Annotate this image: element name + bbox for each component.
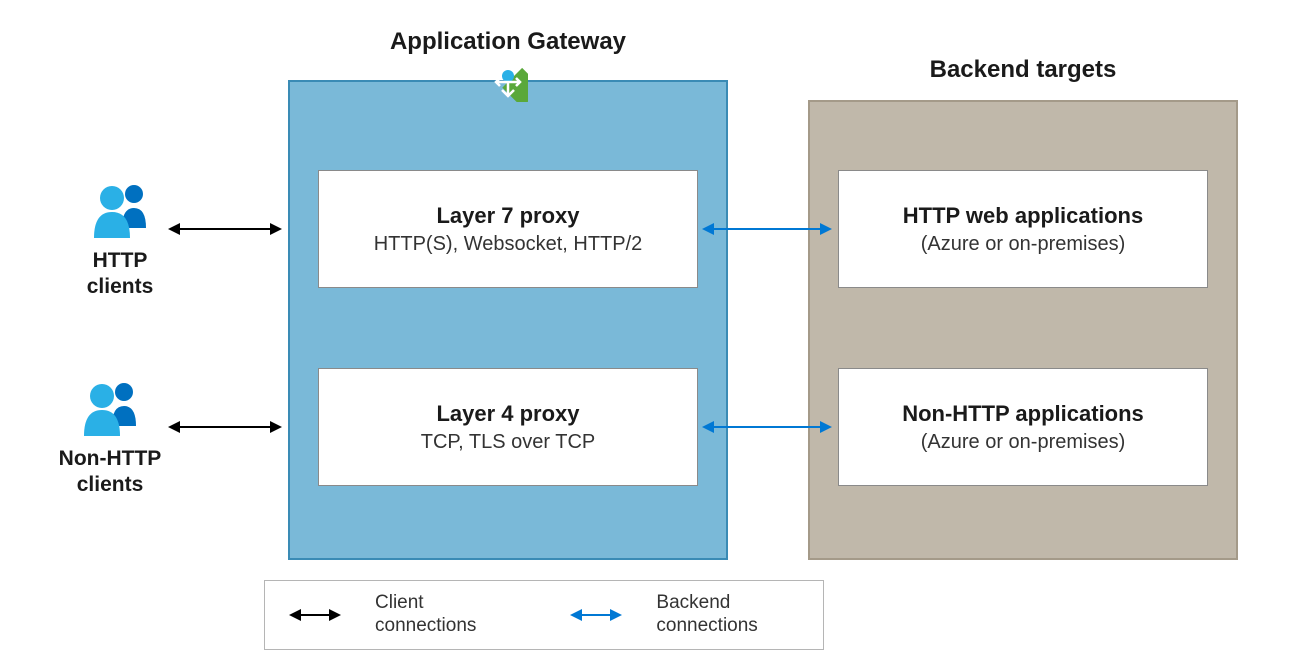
http-clients-label: HTTP clients <box>40 248 200 301</box>
nonhttp-backend-title: Non-HTTP applications <box>847 401 1199 427</box>
nonhttp-clients-block: Non-HTTP clients <box>30 378 190 499</box>
user-group-icon <box>30 378 190 440</box>
backend-title: Backend targets <box>808 56 1238 84</box>
layer4-title: Layer 4 proxy <box>327 401 689 427</box>
client-arrow-nonhttp <box>170 426 280 428</box>
nonhttp-clients-label: Non-HTTP clients <box>30 446 190 499</box>
backend-container <box>808 100 1238 560</box>
layer4-sub: TCP, TLS over TCP <box>327 431 689 454</box>
layer7-sub: HTTP(S), Websocket, HTTP/2 <box>327 233 689 256</box>
nonhttp-backend-box: Non-HTTP applications (Azure or on-premi… <box>838 368 1208 486</box>
http-backend-box: HTTP web applications (Azure or on-premi… <box>838 170 1208 288</box>
layer7-title: Layer 7 proxy <box>327 203 689 229</box>
legend-client-arrow <box>285 614 345 616</box>
backend-arrow-nonhttp <box>704 426 830 428</box>
gateway-title: Application Gateway <box>288 28 728 56</box>
nonhttp-backend-sub: (Azure or on-premises) <box>847 431 1199 454</box>
legend-backend-arrow <box>566 614 626 616</box>
legend-backend-label: Backend connections <box>656 592 757 638</box>
http-backend-sub: (Azure or on-premises) <box>847 233 1199 256</box>
layer7-proxy-box: Layer 7 proxy HTTP(S), Websocket, HTTP/2 <box>318 170 698 288</box>
legend-client-label: Client connections <box>375 592 476 638</box>
client-arrow-http <box>170 228 280 230</box>
http-clients-block: HTTP clients <box>40 180 200 301</box>
app-gateway-icon <box>488 62 528 102</box>
http-backend-title: HTTP web applications <box>847 203 1199 229</box>
backend-arrow-http <box>704 228 830 230</box>
gateway-container <box>288 80 728 560</box>
diagram-canvas: HTTP clients Non-HTTP clients Applicatio… <box>0 0 1307 664</box>
legend-box: Client connections Backend connections <box>264 580 824 650</box>
layer4-proxy-box: Layer 4 proxy TCP, TLS over TCP <box>318 368 698 486</box>
